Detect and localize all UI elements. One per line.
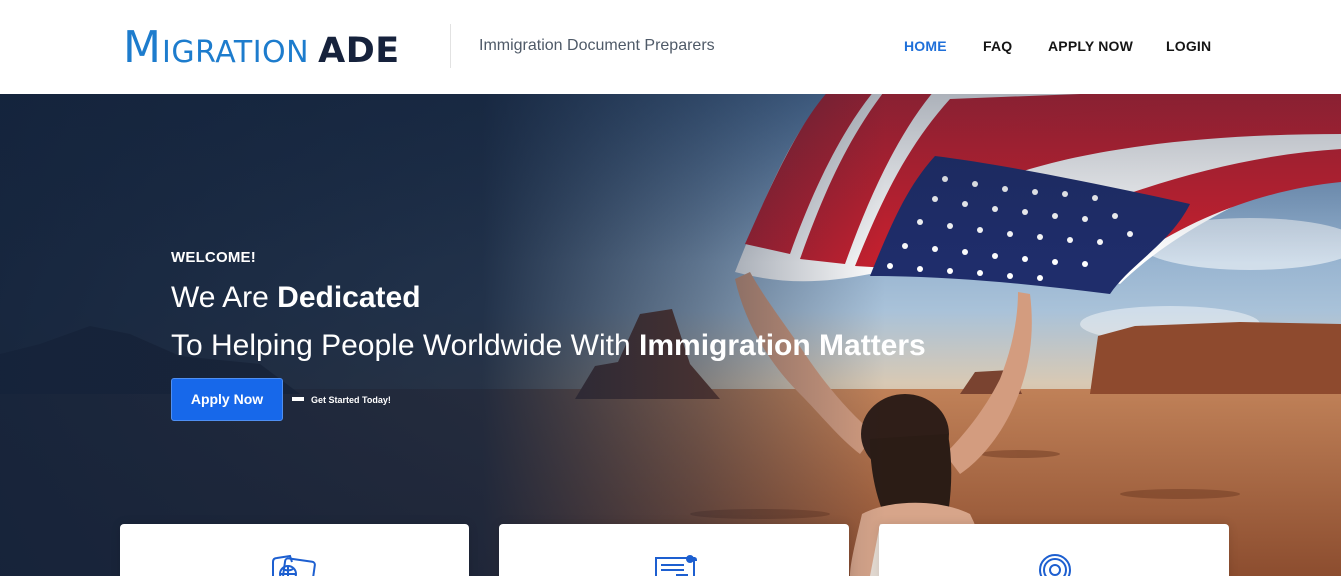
site-header: M IGRATION ADE Immigration Document Prep… (0, 0, 1341, 94)
get-started-note: Get Started Today! (311, 395, 391, 405)
hero-welcome-label: WELCOME! (171, 249, 256, 266)
hero-headline-line2-bold: Immigration Matters (639, 329, 926, 362)
hero-headline-line2: To Helping People Worldwide With Immigra… (171, 329, 926, 363)
feature-card-passport[interactable] (120, 524, 469, 576)
cta-dash-divider (292, 397, 304, 401)
hero-headline-line1-bold: Dedicated (277, 281, 421, 314)
hero-content: WELCOME! We Are Dedicated To Helping Peo… (171, 94, 1071, 576)
feature-card-email[interactable] (879, 524, 1229, 576)
nav-apply-now-link[interactable]: APPLY NOW (1048, 38, 1133, 54)
document-certificate-icon (655, 555, 698, 576)
nav-home-link[interactable]: HOME (904, 38, 947, 54)
hero-headline-line2-regular: To Helping People Worldwide With (171, 329, 640, 362)
feature-card-document[interactable] (499, 524, 849, 576)
hero-headline-line1-regular: We Are (171, 281, 278, 314)
passport-globe-icon (272, 554, 316, 576)
hero-section: WELCOME! We Are Dedicated To Helping Peo… (0, 94, 1341, 576)
nav-login-link[interactable]: LOGIN (1166, 38, 1211, 54)
nav-faq-link[interactable]: FAQ (983, 38, 1012, 54)
email-at-icon (1039, 554, 1071, 576)
hero-headline-line1: We Are Dedicated (171, 281, 421, 315)
hero-apply-now-button[interactable]: Apply Now (171, 378, 283, 421)
main-nav: HOME FAQ APPLY NOW LOGIN (0, 38, 1341, 58)
